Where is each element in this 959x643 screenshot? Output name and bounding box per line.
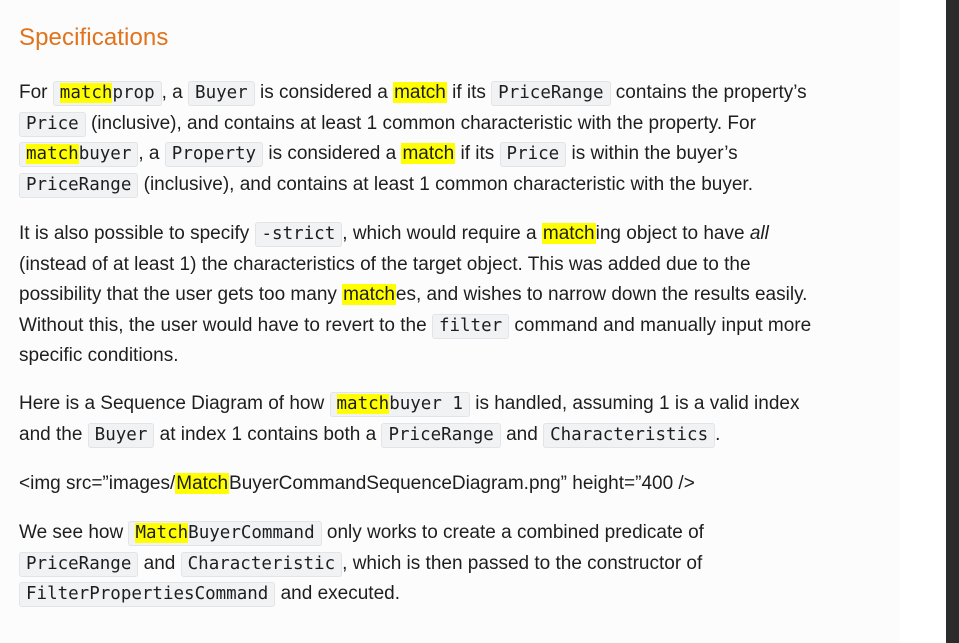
- search-highlight: match: [342, 284, 396, 305]
- inline-code: FilterPropertiesCommand: [19, 582, 276, 607]
- section-heading: Specifications: [19, 24, 169, 51]
- inline-code: Property: [164, 142, 264, 167]
- text-line: possibility that the user gets too many …: [19, 284, 808, 305]
- search-highlight: Match: [135, 523, 189, 543]
- inline-code: PriceRange: [19, 172, 139, 198]
- inline-code: matchbuyer: [19, 142, 139, 167]
- page-margin: [900, 0, 946, 643]
- text-line: (instead of at least 1) the characterist…: [19, 253, 751, 275]
- inline-code: Price: [19, 111, 86, 137]
- search-highlight: match: [336, 394, 390, 414]
- text-line: PriceRange (inclusive), and contains at …: [19, 170, 889, 201]
- inline-code: filter: [431, 313, 510, 339]
- document-content: Specifications For matchprop, a Buyer is…: [0, 0, 900, 643]
- emphasis-text: all: [749, 223, 769, 244]
- search-highlight: match: [541, 223, 596, 244]
- text-line: It is also possible to specify -strict, …: [19, 219, 889, 250]
- inline-code: Characteristic: [180, 551, 343, 577]
- inline-code: Buyer: [87, 422, 155, 448]
- inline-code: PriceRange: [381, 422, 501, 448]
- vertical-scrollbar[interactable]: [946, 0, 959, 643]
- text-line: We see how MatchBuyerCommand only works …: [19, 518, 889, 549]
- text-line: For matchprop, a Buyer is considered a m…: [19, 78, 889, 109]
- paragraph-strict-option: It is also possible to specify -strict, …: [19, 219, 889, 372]
- text-line: PriceRange and Characteristic, which is …: [19, 549, 889, 580]
- inline-code: -strict: [254, 222, 343, 247]
- text-line: specific conditions.: [19, 345, 179, 366]
- inline-code: Price: [499, 142, 567, 167]
- text-line: <img src=”images/MatchBuyerCommandSequen…: [19, 473, 695, 494]
- document-page: Specifications For matchprop, a Buyer is…: [0, 0, 959, 643]
- text-line: Here is a Sequence Diagram of how matchb…: [19, 389, 889, 420]
- search-highlight: match: [393, 82, 447, 103]
- search-highlight: Match: [175, 473, 230, 494]
- inline-code: Buyer: [188, 81, 255, 106]
- inline-code: Characteristics: [543, 422, 716, 448]
- search-highlight: match: [59, 83, 113, 103]
- text-line: FilterPropertiesCommand and executed.: [19, 579, 889, 610]
- paragraph-matching-rules: For matchprop, a Buyer is considered a m…: [19, 78, 889, 200]
- inline-code: PriceRange: [19, 551, 139, 577]
- inline-code: PriceRange: [491, 81, 611, 106]
- paragraph-sequence-diagram: Here is a Sequence Diagram of how matchb…: [19, 389, 889, 450]
- search-highlight: match: [401, 143, 456, 164]
- paragraph-command-explanation: We see how MatchBuyerCommand only works …: [19, 518, 889, 610]
- text-line: and the Buyer at index 1 contains both a…: [19, 420, 889, 451]
- inline-code: matchprop: [52, 81, 162, 106]
- paragraph-raw-img-tag: <img src=”images/MatchBuyerCommandSequen…: [19, 469, 889, 500]
- inline-code: MatchBuyerCommand: [128, 521, 322, 546]
- text-line: Price (inclusive), and contains at least…: [19, 109, 889, 140]
- inline-code: matchbuyer 1: [329, 392, 470, 417]
- text-line: Without this, the user would have to rev…: [19, 311, 889, 342]
- search-highlight: match: [26, 144, 79, 164]
- text-line: matchbuyer, a Property is considered a m…: [19, 139, 889, 170]
